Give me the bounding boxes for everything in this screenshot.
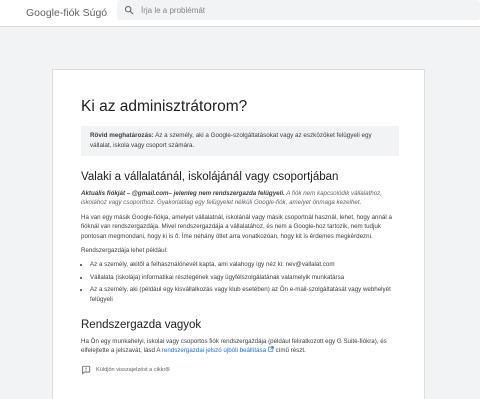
search-box[interactable] [117, 0, 480, 20]
admin-examples-list: Az a személy, akitől a felhasználónevét … [81, 260, 399, 304]
summary-label: Rövid meghatározás: [90, 132, 154, 139]
feedback-icon [82, 365, 91, 375]
list-item: Vállalata (iskolája) informatikai részle… [90, 273, 399, 282]
search-input[interactable] [141, 3, 461, 17]
explanation-paragraph: Ha van egy másik Google-fiókja, amelyet … [81, 213, 392, 240]
search-icon[interactable] [124, 5, 134, 15]
account-status-label: Aktuális fiókját – @gmail.com– jelenleg … [81, 190, 285, 197]
list-intro: Rendszergazdája lehet például: [81, 247, 168, 255]
article-content: Ki az adminisztrátorom? Rövid meghatároz… [81, 98, 399, 375]
feedback-button[interactable]: Küldjön visszajelzést a cikkről [81, 365, 399, 375]
top-bar: Google-fiók Súgó [0, 0, 480, 27]
article-card: Ki az adminisztrátorom? Rövid meghatároz… [52, 69, 425, 399]
account-status-note: Aktuális fiókját – @gmail.com– jelenleg … [81, 189, 399, 208]
feedback-label: Küldjön visszajelzést a cikkről [96, 366, 170, 373]
summary-box: Rövid meghatározás: Az a személy, aki a … [81, 126, 399, 156]
reset-admin-password-link[interactable]: rendszergazdai jelszó újbóli beállítása [162, 347, 266, 354]
section-heading-organization: Valaki a vállalatánál, iskolájánál vagy … [81, 171, 339, 183]
list-item: Az a személy, aki (például egy kisvállal… [90, 285, 399, 304]
article-title: Ki az adminisztrátorom? [81, 98, 248, 115]
help-center-brand[interactable]: Google-fiók Súgó [26, 7, 107, 19]
list-item: Az a személy, akitől a felhasználónevét … [90, 260, 399, 269]
section-heading-i-am-admin: Rendszergazda vagyok [81, 319, 202, 332]
admin-text-after: című részt. [273, 347, 306, 355]
admin-paragraph: Ha Ön egy munkahelyi, iskolai vagy csopo… [81, 337, 399, 356]
